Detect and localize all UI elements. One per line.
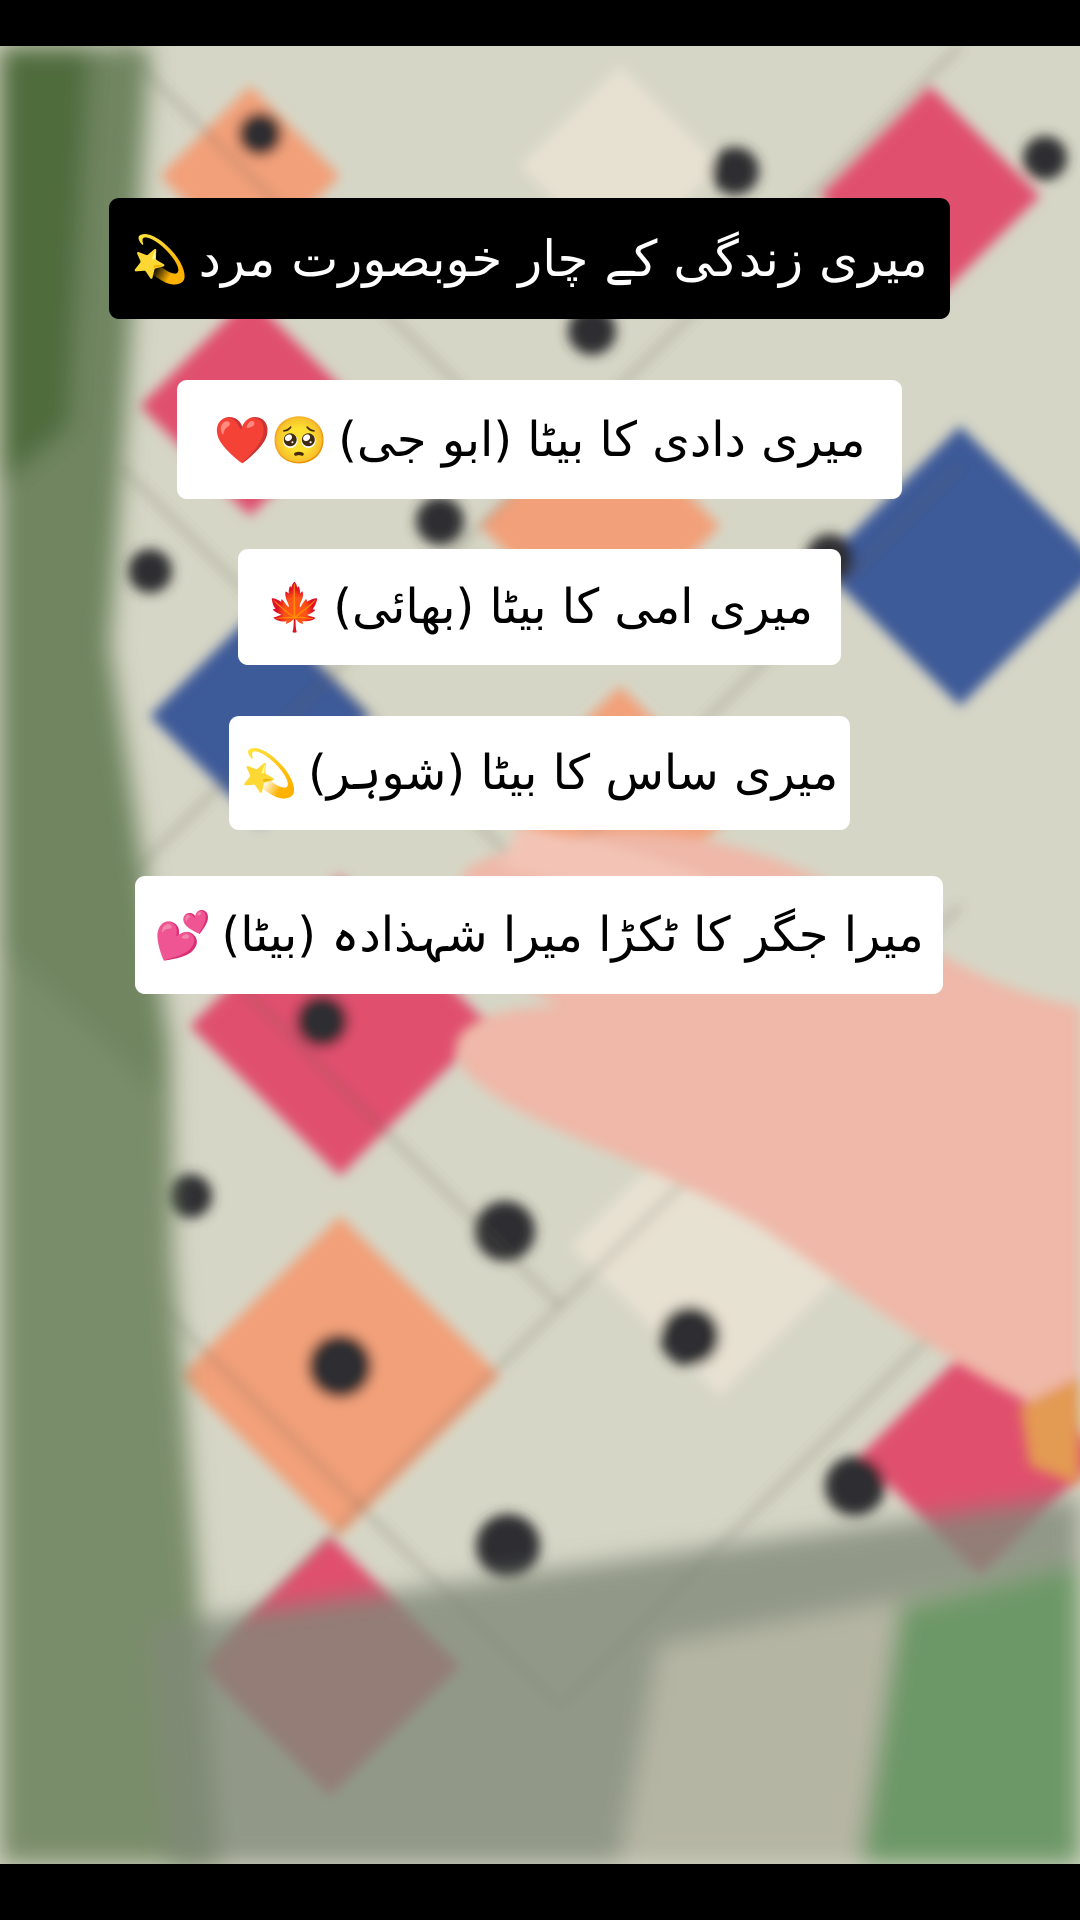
caption-son-text: میرا جگر کا ٹکڑا میرا شہذادہ (بیٹا) [221, 907, 924, 963]
title-text: میری زندگی کے چار خوبصورت مرد [198, 229, 928, 288]
pleading-heart-emoji-icon: 🥺❤️ [213, 412, 329, 467]
video-frame: میری زندگی کے چار خوبصورت مرد 💫 میری داد… [0, 0, 1080, 1920]
caption-son: میرا جگر کا ٹکڑا میرا شہذادہ (بیٹا) 💕 [135, 876, 943, 994]
caption-father-text: میری دادی کا بیٹا (ابو جی) [338, 411, 866, 468]
caption-brother: میری امی کا بیٹا (بھائی) 🍁 [238, 549, 841, 665]
caption-husband: میری ساس کا بیٹا (شوہر) 💫 [229, 716, 850, 830]
caption-brother-text: میری امی کا بیٹا (بھائی) [333, 579, 813, 635]
caption-father: میری دادی کا بیٹا (ابو جی) 🥺❤️ [177, 380, 902, 499]
dizzy-emoji-icon: 💫 [240, 746, 299, 800]
two-hearts-emoji-icon: 💕 [154, 908, 212, 962]
caption-husband-text: میری ساس کا بیٹا (شوہر) [308, 745, 839, 801]
maple-leaf-emoji-icon: 🍁 [266, 580, 324, 634]
title-caption: میری زندگی کے چار خوبصورت مرد 💫 [109, 198, 950, 319]
dizzy-emoji-icon: 💫 [131, 231, 189, 286]
